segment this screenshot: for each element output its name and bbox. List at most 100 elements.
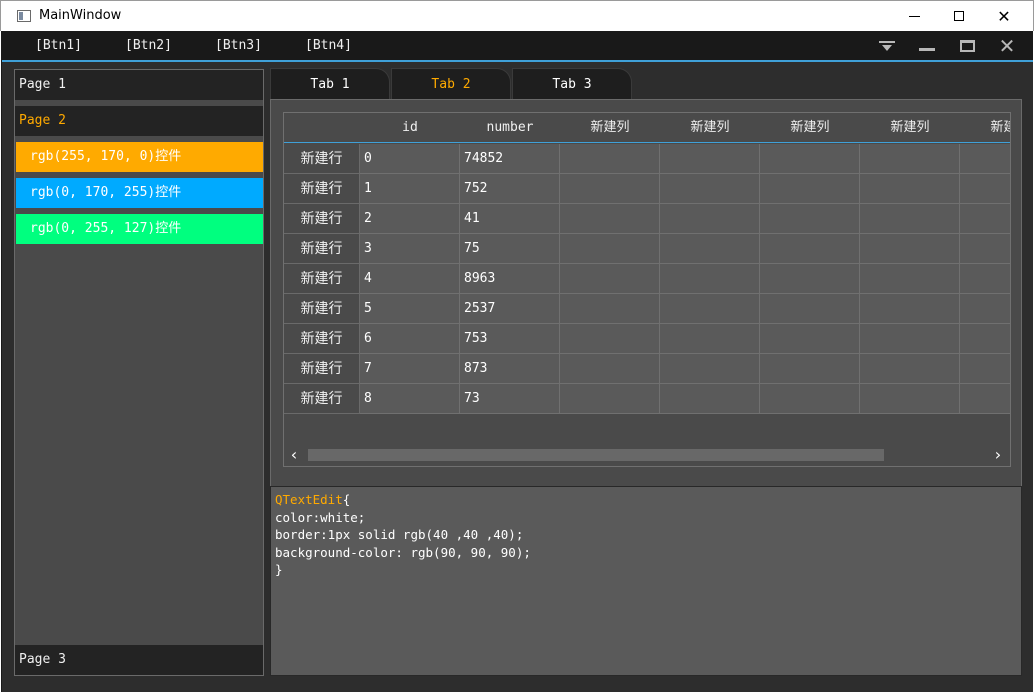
table-cell[interactable] [660,384,760,414]
tab-2[interactable]: Tab 2 [391,68,511,99]
table-cell[interactable] [760,264,860,294]
tab-1[interactable]: Tab 1 [270,68,390,99]
toolbox-page-2[interactable]: Page 2 [15,106,263,136]
table-row[interactable]: 新建行 4 8963 [284,264,1010,294]
table-cell[interactable]: 75 [460,234,560,264]
column-header-new-5[interactable]: 新建列 [960,113,1010,143]
row-header[interactable]: 新建行 [284,144,360,174]
style-text-edit[interactable]: QTextEdit{ color:white; border:1px solid… [270,486,1022,676]
table-cell[interactable]: 8 [360,384,460,414]
menu-button-4[interactable]: [Btn4] [305,38,352,53]
table-cell[interactable] [660,144,760,174]
table-cell[interactable] [560,144,660,174]
table-cell[interactable]: 73 [460,384,560,414]
table-cell[interactable] [560,204,660,234]
row-header[interactable]: 新建行 [284,354,360,384]
table-cell[interactable] [760,144,860,174]
toolbox-page-3[interactable]: Page 3 [15,645,263,675]
app-minimize-button[interactable] [916,37,938,55]
table-cell[interactable] [660,174,760,204]
table-cell[interactable]: 5 [360,294,460,324]
table-cell[interactable] [560,264,660,294]
table-view[interactable]: id number 新建列 新建列 新建列 新建列 新建列 新建行074852新… [283,112,1011,467]
table-row[interactable]: 新建行 3 75 [284,234,1010,264]
table-cell[interactable]: 2 [360,204,460,234]
table-cell[interactable] [760,234,860,264]
column-header-id[interactable]: id [360,113,460,143]
menu-button-3[interactable]: [Btn3] [215,38,262,53]
row-header[interactable]: 新建行 [284,174,360,204]
table-cell[interactable] [860,294,960,324]
horizontal-scrollbar[interactable]: ‹ › [284,444,1010,466]
table-cell[interactable] [560,234,660,264]
table-row[interactable]: 新建行 0 74852 [284,144,1010,174]
table-cell[interactable] [960,234,1010,264]
table-cell[interactable] [760,354,860,384]
row-header[interactable]: 新建行 [284,294,360,324]
table-cell[interactable] [960,264,1010,294]
table-cell[interactable] [760,294,860,324]
table-cell[interactable] [660,204,760,234]
table-cell[interactable] [560,354,660,384]
table-cell[interactable]: 7 [360,354,460,384]
table-row[interactable]: 新建行 6 753 [284,324,1010,354]
table-cell[interactable] [660,294,760,324]
table-cell[interactable]: 2537 [460,294,560,324]
table-cell[interactable]: 873 [460,354,560,384]
tab-3[interactable]: Tab 3 [512,68,632,99]
os-close-button[interactable]: ✕ [981,1,1027,31]
table-cell[interactable] [860,264,960,294]
toolbox-page-1[interactable]: Page 1 [15,70,263,100]
table-cell[interactable]: 74852 [460,144,560,174]
table-cell[interactable] [860,324,960,354]
chevron-right-icon[interactable]: › [990,446,1006,464]
table-cell[interactable] [660,264,760,294]
row-header[interactable]: 新建行 [284,384,360,414]
table-cell[interactable] [960,294,1010,324]
green-control-item[interactable]: rgb(0, 255, 127)控件 [16,214,263,244]
table-cell[interactable]: 8963 [460,264,560,294]
table-row[interactable]: 新建行 5 2537 [284,294,1010,324]
table-row[interactable]: 新建行 8 73 [284,384,1010,414]
table-cell[interactable] [660,234,760,264]
table-cell[interactable] [760,384,860,414]
table-cell[interactable] [560,384,660,414]
row-header[interactable]: 新建行 [284,234,360,264]
table-cell[interactable]: 1 [360,174,460,204]
column-header-new-3[interactable]: 新建列 [760,113,860,143]
table-cell[interactable] [860,144,960,174]
os-minimize-button[interactable] [891,1,937,31]
orange-control-item[interactable]: rgb(255, 170, 0)控件 [16,142,263,172]
table-cell[interactable] [660,354,760,384]
table-cell[interactable]: 3 [360,234,460,264]
table-cell[interactable] [560,294,660,324]
table-cell[interactable]: 4 [360,264,460,294]
table-cell[interactable] [560,174,660,204]
table-cell[interactable] [760,324,860,354]
row-header[interactable]: 新建行 [284,264,360,294]
table-cell[interactable]: 41 [460,204,560,234]
table-cell[interactable] [960,384,1010,414]
table-cell[interactable] [960,324,1010,354]
column-header-new-2[interactable]: 新建列 [660,113,760,143]
table-cell[interactable] [960,354,1010,384]
table-cell[interactable] [860,234,960,264]
app-close-button[interactable]: ✕ [996,36,1018,56]
table-cell[interactable] [660,324,760,354]
table-row[interactable]: 新建行 7 873 [284,354,1010,384]
column-header-number[interactable]: number [460,113,560,143]
table-cell[interactable]: 0 [360,144,460,174]
table-cell[interactable] [760,204,860,234]
table-cell[interactable] [860,174,960,204]
table-cell[interactable] [860,384,960,414]
blue-control-item[interactable]: rgb(0, 170, 255)控件 [16,178,263,208]
column-header-new-4[interactable]: 新建列 [860,113,960,143]
menu-button-2[interactable]: [Btn2] [125,38,172,53]
table-cell[interactable] [960,174,1010,204]
dropdown-button[interactable] [876,37,898,55]
table-cell[interactable]: 753 [460,324,560,354]
scrollbar-thumb[interactable] [308,449,884,461]
table-cell[interactable] [760,174,860,204]
table-row[interactable]: 新建行 1 752 [284,174,1010,204]
row-header[interactable]: 新建行 [284,204,360,234]
